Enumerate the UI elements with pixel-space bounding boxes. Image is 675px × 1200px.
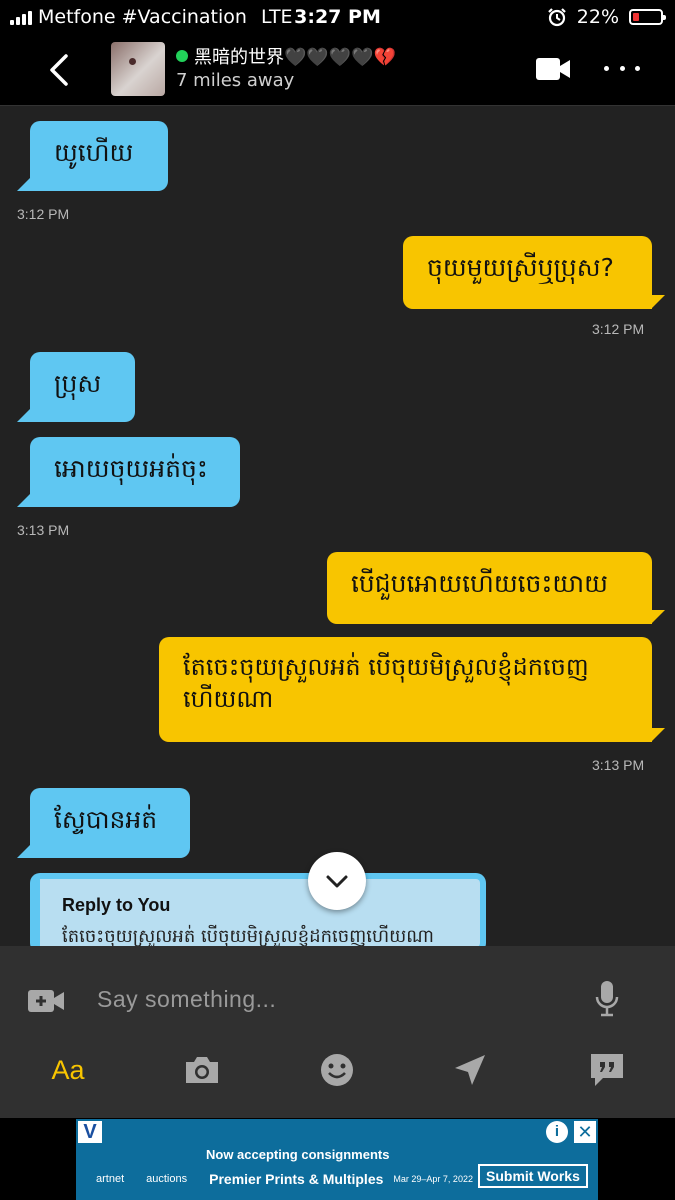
ad-details: artnet auctions Premier Prints & Multipl… [96, 1171, 473, 1187]
composer: Say something... Aa [0, 946, 675, 1118]
saved-phrases-icon[interactable] [587, 1050, 627, 1090]
more-options-icon[interactable] [604, 64, 640, 74]
message-timestamp: 3:13 PM [592, 757, 645, 773]
battery-icon [629, 9, 666, 25]
contact-name-row[interactable]: 黑暗的世界🖤🖤🖤🖤💔 [176, 43, 396, 69]
message-timestamp: 3:13 PM [17, 522, 70, 538]
ad-brand: artnet [96, 1173, 125, 1185]
reply-quote: Reply to You តែចេះចុយស្រួលអត់ បើចុយមិស្រ… [36, 879, 480, 947]
message-bubble-incoming[interactable]: ប្រុស [17, 352, 135, 422]
text-format-button[interactable]: Aa [48, 1050, 88, 1090]
status-bar: Metfone #Vaccination LTE 3:27 PM 22% [0, 0, 675, 34]
text-format-label: Aa [51, 1054, 85, 1085]
chat-header: 黑暗的世界🖤🖤🖤🖤💔 7 miles away [0, 34, 675, 106]
reply-title: Reply to You [62, 895, 171, 915]
reply-message-card[interactable]: Reply to You តែចេះចុយស្រួលអត់ បើចុយមិស្រ… [30, 873, 486, 953]
back-arrow-icon[interactable] [40, 50, 80, 90]
camera-icon[interactable] [182, 1050, 222, 1090]
message-bubble-incoming[interactable]: ស្ទែបានអត់ [17, 788, 190, 858]
message-bubble-outgoing[interactable]: តែចេះចុយស្រួលអត់ បើចុយមិស្រួលខ្ញុំដកចេញហ… [159, 637, 665, 742]
ad-cta-button[interactable]: Submit Works [478, 1164, 588, 1188]
video-call-icon[interactable] [535, 56, 571, 82]
ad-logo: V [78, 1121, 102, 1143]
message-timestamp: 3:12 PM [17, 206, 70, 222]
ad-banner-area: V i ✕ Now accepting consignments artnet … [0, 1118, 675, 1200]
battery-percent: 22% [576, 6, 619, 28]
ad-info-icon[interactable]: i [546, 1121, 568, 1143]
video-message-icon[interactable] [27, 988, 65, 1014]
message-timestamp: 3:12 PM [592, 321, 645, 337]
ad-brand-sub: auctions [146, 1173, 188, 1185]
message-text: អោយចុយអត់ចុះ [54, 454, 208, 483]
message-text: ចុយមួយស្រីឬប្រុស? [427, 253, 614, 282]
contact-name: 黑暗的世界🖤🖤🖤🖤💔 [194, 47, 397, 68]
message-text: ប្រុស [54, 369, 102, 398]
message-bubble-incoming[interactable]: អោយចុយអត់ចុះ [17, 437, 240, 507]
message-bubble-outgoing[interactable]: ចុយមួយស្រីឬប្រុស? [403, 236, 665, 309]
chevron-down-icon [326, 875, 348, 888]
contact-distance: 7 miles away [176, 70, 295, 91]
ad-title: Premier Prints & Multiples [209, 1171, 384, 1187]
message-input[interactable]: Say something... [97, 986, 276, 1013]
message-text: ស្ទែបានអត់ [54, 805, 158, 834]
message-bubble-outgoing[interactable]: បើជួបអោយហើយចេះយាយ [327, 552, 665, 624]
ad-banner[interactable]: V i ✕ Now accepting consignments artnet … [76, 1119, 598, 1200]
message-text: យូហើយ [54, 138, 134, 167]
online-status-icon [176, 50, 188, 62]
status-right: 22% [547, 6, 666, 28]
battery-fill [633, 13, 639, 21]
ad-close-icon[interactable]: ✕ [574, 1121, 596, 1143]
ad-dates: Mar 29–Apr 7, 2022 [393, 1174, 473, 1184]
alarm-clock-icon [547, 8, 566, 27]
avatar[interactable] [111, 42, 165, 96]
composer-toolbar: Aa [0, 1050, 675, 1100]
message-text: បើជួបអោយហើយចេះយាយ [351, 569, 608, 598]
scroll-to-bottom-button[interactable] [308, 852, 366, 910]
message-text: តែចេះចុយស្រួលអត់ បើចុយមិស្រួលខ្ញុំដកចេញហ… [183, 653, 589, 714]
location-icon[interactable] [450, 1050, 490, 1090]
message-bubble-incoming[interactable]: យូហើយ [17, 121, 168, 191]
emoji-icon[interactable] [317, 1050, 357, 1090]
microphone-icon[interactable] [595, 980, 619, 1018]
ad-headline: Now accepting consignments [206, 1147, 390, 1162]
